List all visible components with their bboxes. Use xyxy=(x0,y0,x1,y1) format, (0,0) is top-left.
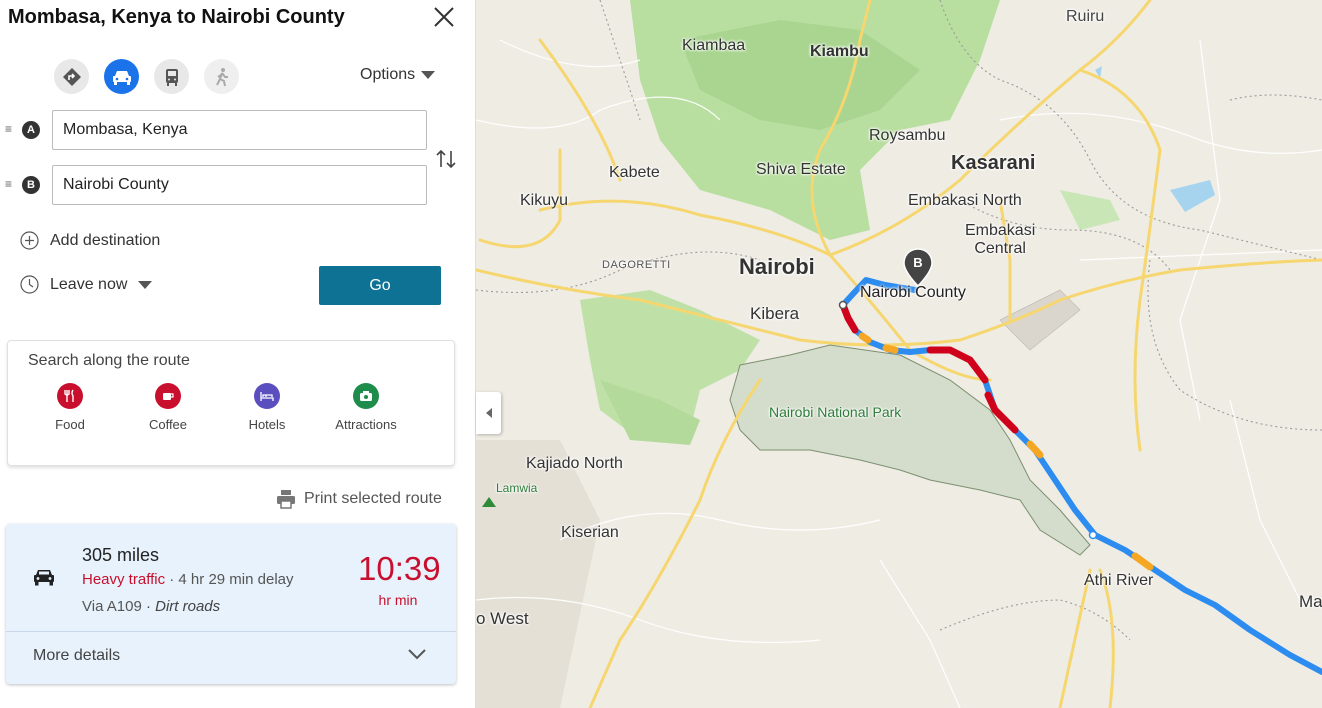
traffic-info: Heavy traffic · 4 hr 29 min delay xyxy=(82,571,294,588)
swap-icon[interactable] xyxy=(435,148,457,170)
drag-handle-icon[interactable]: ≡ xyxy=(5,177,12,191)
print-route-button[interactable]: Print selected route xyxy=(276,489,442,509)
directions-panel: Mombasa, Kenya to Nairobi County Options… xyxy=(0,0,476,708)
map-label-national-park: Nairobi National Park xyxy=(769,404,902,420)
destination-input[interactable] xyxy=(52,165,427,205)
traffic-delay: · 4 hr 29 min delay xyxy=(165,571,294,588)
car-icon xyxy=(112,70,131,85)
add-destination-label: Add destination xyxy=(50,231,161,249)
route-distance: 305 miles xyxy=(82,545,160,565)
camera-icon xyxy=(353,383,379,409)
caret-left-icon xyxy=(485,408,492,418)
directions-icon xyxy=(62,67,81,86)
via-road: Via A109 xyxy=(82,598,146,615)
map-label-embakasi-central: Embakasi Central xyxy=(965,222,1035,258)
mode-drive-button[interactable] xyxy=(104,59,139,94)
options-label: Options xyxy=(360,66,416,83)
waypoint-pin-b: B xyxy=(22,176,40,194)
map-label-embakasi-north: Embakasi North xyxy=(908,192,1022,209)
search-along-title: Search along the route xyxy=(28,352,190,369)
divider xyxy=(6,631,456,632)
category-food[interactable]: Food xyxy=(30,383,110,432)
origin-input[interactable] xyxy=(52,110,427,150)
mountain-icon xyxy=(482,497,496,507)
destination-pin-label: B xyxy=(913,255,923,270)
bed-icon xyxy=(254,383,280,409)
map-tiles xyxy=(476,0,1322,708)
map-label-ma: Ma xyxy=(1299,592,1322,611)
traffic-status: Heavy traffic xyxy=(82,571,166,588)
more-details-link[interactable]: More details xyxy=(33,647,120,665)
add-destination-button[interactable]: Add destination xyxy=(20,231,160,250)
map-label-kasarani: Kasarani xyxy=(951,152,1036,174)
clock-icon xyxy=(20,275,39,294)
map-label-embakasi-central-line2: Central xyxy=(974,240,1026,257)
category-hotels-label: Hotels xyxy=(248,417,286,432)
map-canvas[interactable]: B Ruiru Kiambaa Kiambu Roysambu Kasarani… xyxy=(476,0,1322,708)
mode-walk-button[interactable] xyxy=(204,59,239,94)
route-duration: 10:39 xyxy=(358,550,441,587)
map-label-kiambaa: Kiambaa xyxy=(682,37,746,54)
mode-directions-button[interactable] xyxy=(54,59,89,94)
options-dropdown[interactable]: Options xyxy=(360,66,436,84)
map-label-kibera: Kibera xyxy=(750,304,800,323)
car-icon xyxy=(34,570,54,586)
add-circle-icon xyxy=(20,231,39,250)
transit-icon xyxy=(165,68,178,86)
road-note: · Dirt roads xyxy=(145,598,221,615)
route-duration-units: hr min xyxy=(378,592,418,608)
map-label-nairobi: Nairobi xyxy=(739,254,815,279)
map-label-dagoretti: DAGORETTI xyxy=(602,259,671,271)
go-button[interactable]: Go xyxy=(319,266,441,305)
leave-now-dropdown[interactable]: Leave now xyxy=(20,275,153,294)
close-icon[interactable] xyxy=(432,5,456,29)
map-label-kikuyu: Kikuyu xyxy=(520,192,569,209)
map-label-nairobi-county: Nairobi County xyxy=(860,284,966,301)
map-label-west: o West xyxy=(476,609,529,628)
map-label-ruiru: Ruiru xyxy=(1066,8,1105,25)
coffee-cup-icon xyxy=(155,383,181,409)
map-label-roysambu: Roysambu xyxy=(869,127,946,144)
category-hotels[interactable]: Hotels xyxy=(227,383,307,432)
fork-knife-icon xyxy=(57,383,83,409)
map-label-kiambu: Kiambu xyxy=(810,43,869,60)
leave-now-label: Leave now xyxy=(50,275,128,293)
category-coffee-label: Coffee xyxy=(148,417,188,432)
search-along-route-card: Search along the route Food Coffee Hotel… xyxy=(7,340,455,466)
map-label-shiva-estate: Shiva Estate xyxy=(756,161,846,178)
map-label-athi-river: Athi River xyxy=(1084,572,1154,589)
route-title: Mombasa, Kenya to Nairobi County xyxy=(8,6,345,28)
map-label-kajiado-north: Kajiado North xyxy=(526,455,623,472)
map-label-embakasi-central-line1: Embakasi xyxy=(965,222,1036,239)
category-attractions[interactable]: Attractions xyxy=(326,383,406,432)
walk-icon xyxy=(215,67,228,86)
print-label: Print selected route xyxy=(304,490,442,507)
map-label-kiserian: Kiserian xyxy=(561,524,619,541)
caret-down-icon xyxy=(421,71,436,79)
waypoint-pin-a: A xyxy=(22,121,40,139)
route-option-card[interactable]: 305 miles Heavy traffic · 4 hr 29 min de… xyxy=(6,524,456,684)
category-attractions-label: Attractions xyxy=(335,417,397,432)
drag-handle-icon[interactable]: ≡ xyxy=(5,122,12,136)
category-food-label: Food xyxy=(55,417,85,432)
caret-down-icon xyxy=(138,280,153,289)
printer-icon xyxy=(277,490,295,509)
route-via: Via A109 · Dirt roads xyxy=(82,598,220,615)
mode-transit-button[interactable] xyxy=(154,59,189,94)
collapse-panel-button[interactable] xyxy=(476,392,501,434)
map-label-kabete: Kabete xyxy=(609,164,660,181)
chevron-down-icon[interactable] xyxy=(406,646,428,662)
category-coffee[interactable]: Coffee xyxy=(128,383,208,432)
map-label-lamwia: Lamwia xyxy=(496,481,538,495)
